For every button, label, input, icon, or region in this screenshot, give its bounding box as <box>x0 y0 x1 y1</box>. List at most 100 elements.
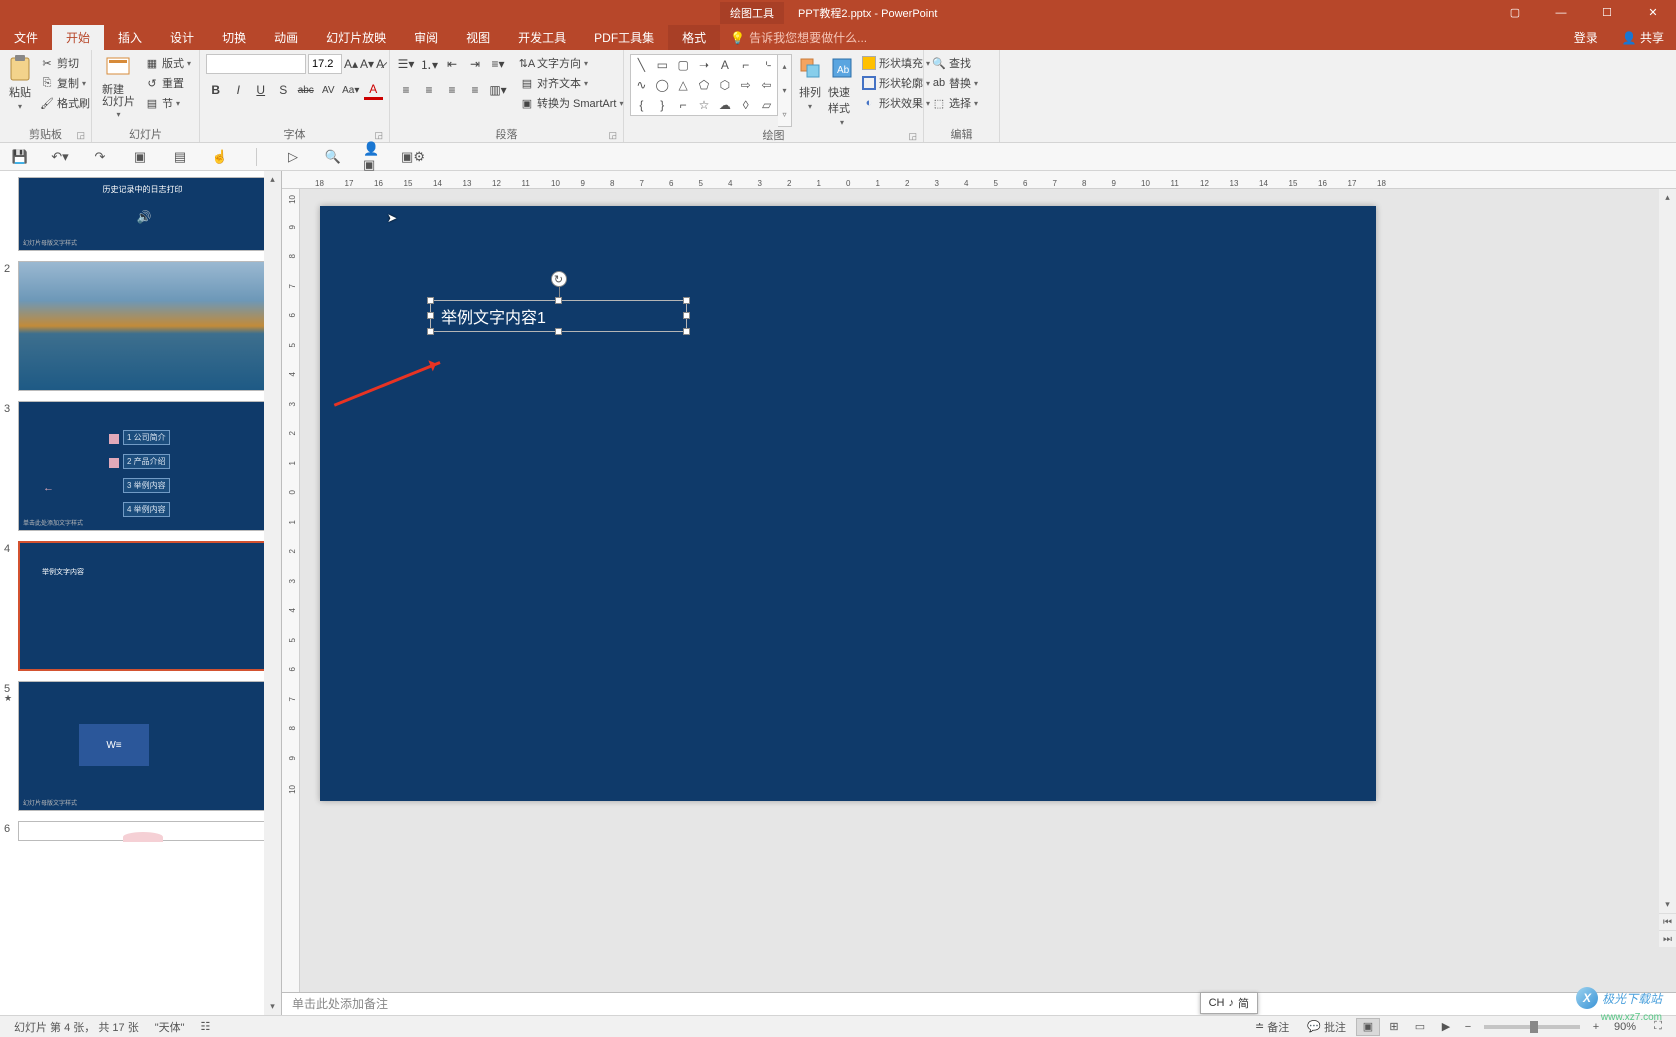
font-name-input[interactable] <box>206 54 306 74</box>
paste-button[interactable]: 粘贴▾ <box>6 54 34 126</box>
underline-button[interactable]: U <box>251 80 271 100</box>
comments-toggle[interactable]: 💬 批注 <box>1299 1019 1354 1035</box>
arrange-button[interactable]: 排列▾ <box>796 54 824 127</box>
resize-handle[interactable] <box>427 328 434 335</box>
tab-animations[interactable]: 动画 <box>260 25 312 50</box>
shape-arrow-icon[interactable]: ➝ <box>694 55 715 75</box>
text-direction-button[interactable]: ⇅A文字方向▾ <box>518 54 625 72</box>
shape-rrect-icon[interactable]: ▢ <box>673 55 694 75</box>
tab-review[interactable]: 审阅 <box>400 25 452 50</box>
shape-rect-icon[interactable]: ▭ <box>652 55 673 75</box>
replace-button[interactable]: ab替换▾ <box>930 74 980 92</box>
align-left-icon[interactable]: ≡ <box>396 80 416 100</box>
share-button[interactable]: 👤 共享 <box>1610 25 1676 50</box>
close-button[interactable]: ✕ <box>1630 0 1676 25</box>
shape-call-icon[interactable]: ◊ <box>735 95 756 115</box>
shape-conn-icon[interactable]: ⌐ <box>673 95 694 115</box>
line-spacing-icon[interactable]: ≡▾ <box>488 54 508 74</box>
notes-pane[interactable]: 单击此处添加备注 <box>282 992 1676 1015</box>
maximize-button[interactable]: ☐ <box>1584 0 1630 25</box>
resize-handle[interactable] <box>427 297 434 304</box>
clipboard-launcher-icon[interactable]: ◲ <box>76 130 85 141</box>
tab-transitions[interactable]: 切换 <box>208 25 260 50</box>
tab-home[interactable]: 开始 <box>52 25 104 50</box>
shape-tri-icon[interactable]: △ <box>673 75 694 95</box>
resize-handle[interactable] <box>683 297 690 304</box>
presenter-icon[interactable]: 👤▣ <box>363 147 383 167</box>
notes-toggle[interactable]: ≐ 备注 <box>1247 1019 1297 1035</box>
outdent-icon[interactable]: ⇤ <box>442 54 462 74</box>
tell-me-input[interactable]: 💡 告诉我您想要做什么... <box>720 25 877 50</box>
font-launcher-icon[interactable]: ◲ <box>374 130 383 141</box>
resize-handle[interactable] <box>427 312 434 319</box>
columns-icon[interactable]: ▥▾ <box>488 80 508 100</box>
tab-insert[interactable]: 插入 <box>104 25 156 50</box>
align-center-icon[interactable]: ≡ <box>419 80 439 100</box>
setup-icon[interactable]: ▣⚙ <box>403 147 423 167</box>
new-slide-button[interactable]: 新建 幻灯片▾ <box>98 54 139 126</box>
font-color-button[interactable]: A <box>364 80 384 100</box>
convert-smartart-button[interactable]: ▣转换为 SmartArt▾ <box>518 94 625 112</box>
strike-button[interactable]: abc <box>296 80 316 100</box>
change-case-button[interactable]: Aa▾ <box>341 80 361 100</box>
tab-slideshow[interactable]: 幻灯片放映 <box>312 25 400 50</box>
thumbnail-slide-3[interactable]: 1 公司简介 2 产品介绍 3 举例内容 4 举例内容 ← 单击此处添加文字样式 <box>18 401 267 531</box>
undo-icon[interactable]: ↶▾ <box>50 147 70 167</box>
shape-arr2-icon[interactable]: ⇨ <box>735 75 756 95</box>
thumbnail-slide-2[interactable] <box>18 261 267 391</box>
horizontal-ruler[interactable]: 1817161514131211109876543210123456789101… <box>282 171 1676 189</box>
resize-handle[interactable] <box>683 312 690 319</box>
prev-slide-icon[interactable]: ⏮ <box>1659 913 1676 930</box>
minimize-button[interactable]: — <box>1538 0 1584 25</box>
shape-l-icon[interactable]: ⌐ <box>735 55 756 75</box>
shape-hex-icon[interactable]: ⬡ <box>714 75 735 95</box>
zoom-out-icon[interactable]: − <box>1460 1021 1476 1033</box>
zoom-icon[interactable]: 🔍 <box>323 147 343 167</box>
slide-canvas[interactable]: ➤ ↻ 举例文字内容1 <box>320 206 1376 801</box>
thumbnail-slide-1[interactable]: 历史记录中的日志打印🔊幻灯片母版文字样式 <box>18 177 267 251</box>
print-setup-icon[interactable]: ▤ <box>170 147 190 167</box>
shape-fill-button[interactable]: 形状填充▾ <box>860 54 932 72</box>
shape-triu-icon[interactable]: ⬠ <box>694 75 715 95</box>
align-text-button[interactable]: ▤对齐文本▾ <box>518 74 625 92</box>
layout-button[interactable]: ▦版式▾ <box>143 54 193 72</box>
tab-view[interactable]: 视图 <box>452 25 504 50</box>
touch-icon[interactable]: ☝ <box>210 147 230 167</box>
shape-curve-icon[interactable]: ∿ <box>631 75 652 95</box>
shape-arr3-icon[interactable]: ⇦ <box>756 75 777 95</box>
reset-button[interactable]: ↺重置 <box>143 74 193 92</box>
italic-button[interactable]: I <box>229 80 249 100</box>
find-button[interactable]: 🔍查找 <box>930 54 980 72</box>
preview-icon[interactable]: ▷ <box>283 147 303 167</box>
selected-textbox[interactable]: ↻ 举例文字内容1 <box>430 300 687 332</box>
format-painter-button[interactable]: 🖌格式刷 <box>38 94 92 112</box>
copy-button[interactable]: ⎘复制▾ <box>38 74 92 92</box>
scroll-down-icon[interactable]: ▾ <box>1659 896 1676 913</box>
thumbnails-scrollbar[interactable]: ▴▾ <box>264 171 281 1015</box>
numbering-icon[interactable]: ⒈▾ <box>419 54 439 74</box>
login-link[interactable]: 登录 <box>1562 25 1610 50</box>
textbox-content[interactable]: 举例文字内容1 <box>431 304 546 328</box>
rotate-handle-icon[interactable]: ↻ <box>551 271 567 287</box>
paragraph-launcher-icon[interactable]: ◲ <box>608 130 617 141</box>
char-spacing-button[interactable]: AV <box>319 80 339 100</box>
shadow-button[interactable]: S <box>274 80 294 100</box>
clear-format-icon[interactable]: A̷ <box>376 54 384 74</box>
shape-line-icon[interactable]: ╲ <box>631 55 652 75</box>
save-icon[interactable]: 💾 <box>10 147 30 167</box>
thumbnail-slide-6[interactable] <box>18 821 267 841</box>
bold-button[interactable]: B <box>206 80 226 100</box>
quick-styles-button[interactable]: Ab快速样式▾ <box>828 54 856 127</box>
drawing-launcher-icon[interactable]: ◲ <box>908 131 917 142</box>
thumbnail-slide-4[interactable]: 举例文字内容 <box>18 541 267 671</box>
canvas-vertical-scrollbar[interactable]: ▴▾ ⏮ ⏭ <box>1659 189 1676 947</box>
normal-view-icon[interactable]: ▣ <box>1356 1018 1380 1036</box>
ime-indicator[interactable]: CH♪简 <box>1200 992 1258 1014</box>
tab-pdf[interactable]: PDF工具集 <box>580 25 668 50</box>
select-button[interactable]: ⬚选择▾ <box>930 94 980 112</box>
shapes-gallery[interactable]: ╲▭▢➝A⌐⌎ ∿◯△⬠⬡⇨⇦ {}⌐☆☁◊▱ <box>630 54 778 116</box>
align-right-icon[interactable]: ≡ <box>442 80 462 100</box>
reading-view-icon[interactable]: ▭ <box>1408 1018 1432 1036</box>
increase-font-icon[interactable]: A▴ <box>344 54 358 74</box>
shape-oval-icon[interactable]: ◯ <box>652 75 673 95</box>
